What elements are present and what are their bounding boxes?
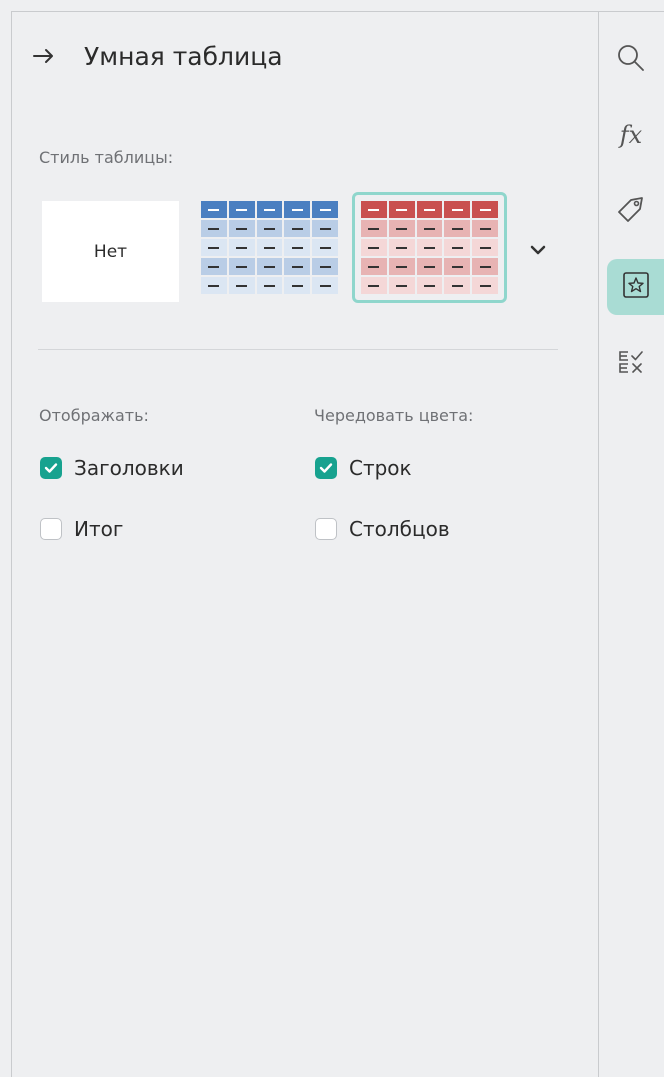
smart-table-button[interactable] xyxy=(607,259,664,315)
thumb-header-cell xyxy=(388,201,415,218)
thumb-header-cell xyxy=(361,201,387,218)
total-checkbox-label: Итог xyxy=(74,517,124,541)
function-button[interactable]: fx xyxy=(607,107,655,163)
thumb-cell xyxy=(361,220,387,237)
thumb-cell xyxy=(312,239,338,256)
thumb-cell xyxy=(256,277,283,294)
thumb-cell xyxy=(201,239,227,256)
style-none-option[interactable]: Нет xyxy=(42,201,179,302)
headers-checkbox-label: Заголовки xyxy=(74,456,184,480)
thumb-cell xyxy=(416,277,443,294)
columns-checkbox-label: Столбцов xyxy=(349,517,450,541)
thumb-cell xyxy=(388,258,415,275)
thumb-cell xyxy=(388,239,415,256)
more-styles-chevron-icon[interactable] xyxy=(526,240,550,260)
thumb-cell xyxy=(361,277,387,294)
style-red-option[interactable] xyxy=(352,192,507,303)
total-checkbox-row[interactable]: Итог xyxy=(40,517,123,541)
thumb-cell xyxy=(284,220,311,237)
search-button[interactable] xyxy=(607,32,655,88)
thumb-header-cell xyxy=(472,201,498,218)
smart-table-panel xyxy=(11,11,598,1077)
style-red-preview xyxy=(361,201,498,294)
thumb-cell xyxy=(312,220,338,237)
headers-checkbox[interactable] xyxy=(40,457,62,479)
total-checkbox[interactable] xyxy=(40,518,62,540)
right-toolbar: fx xyxy=(598,11,664,1077)
thumb-cell xyxy=(256,239,283,256)
thumb-cell xyxy=(284,258,311,275)
headers-checkbox-row[interactable]: Заголовки xyxy=(40,456,184,480)
thumb-cell xyxy=(228,258,255,275)
alternate-colors-label: Чередовать цвета: xyxy=(314,406,474,425)
divider xyxy=(38,349,558,350)
thumb-cell xyxy=(228,220,255,237)
thumb-cell xyxy=(256,258,283,275)
thumb-cell xyxy=(444,239,471,256)
thumb-header-cell xyxy=(444,201,471,218)
thumb-header-cell xyxy=(284,201,311,218)
function-icon: fx xyxy=(619,121,643,149)
style-blue-preview xyxy=(201,201,338,294)
columns-checkbox[interactable] xyxy=(315,518,337,540)
rows-checkbox-label: Строк xyxy=(349,456,412,480)
thumb-cell xyxy=(416,258,443,275)
panel-title: Умная таблица xyxy=(84,41,283,71)
thumb-cell xyxy=(444,258,471,275)
thumb-header-cell xyxy=(228,201,255,218)
thumb-cell xyxy=(361,258,387,275)
search-icon xyxy=(616,43,646,77)
tag-icon xyxy=(615,194,647,230)
thumb-header-cell xyxy=(256,201,283,218)
rows-checkbox-row[interactable]: Строк xyxy=(315,456,412,480)
thumb-cell xyxy=(472,277,498,294)
checklist-icon xyxy=(616,347,646,381)
thumb-cell xyxy=(416,239,443,256)
thumb-cell xyxy=(228,239,255,256)
thumb-cell xyxy=(472,220,498,237)
thumb-cell xyxy=(201,220,227,237)
style-none-label: Нет xyxy=(93,241,128,262)
panel-header: Умная таблица xyxy=(29,36,283,76)
thumb-cell xyxy=(201,258,227,275)
collapse-arrow-icon[interactable] xyxy=(29,41,59,71)
columns-checkbox-row[interactable]: Столбцов xyxy=(315,517,450,541)
style-blue-option[interactable] xyxy=(201,201,338,294)
thumb-cell xyxy=(388,220,415,237)
thumb-header-cell xyxy=(416,201,443,218)
thumb-cell xyxy=(416,220,443,237)
tag-button[interactable] xyxy=(607,184,655,240)
thumb-cell xyxy=(201,277,227,294)
thumb-header-cell xyxy=(201,201,227,218)
smart-table-sidebar: Умная таблица Стиль таблицы: Нет Отображ… xyxy=(0,0,664,1077)
thumb-cell xyxy=(472,258,498,275)
thumb-cell xyxy=(361,239,387,256)
thumb-cell xyxy=(444,277,471,294)
thumb-cell xyxy=(312,277,338,294)
thumb-header-cell xyxy=(312,201,338,218)
display-label: Отображать: xyxy=(39,406,149,425)
thumb-cell xyxy=(256,220,283,237)
table-style-label: Стиль таблицы: xyxy=(39,148,174,167)
thumb-cell xyxy=(444,220,471,237)
thumb-cell xyxy=(472,239,498,256)
thumb-cell xyxy=(284,277,311,294)
thumb-cell xyxy=(284,239,311,256)
thumb-cell xyxy=(312,258,338,275)
thumb-cell xyxy=(388,277,415,294)
thumb-cell xyxy=(228,277,255,294)
checklist-button[interactable] xyxy=(607,336,655,392)
rows-checkbox[interactable] xyxy=(315,457,337,479)
star-table-icon xyxy=(621,270,651,304)
